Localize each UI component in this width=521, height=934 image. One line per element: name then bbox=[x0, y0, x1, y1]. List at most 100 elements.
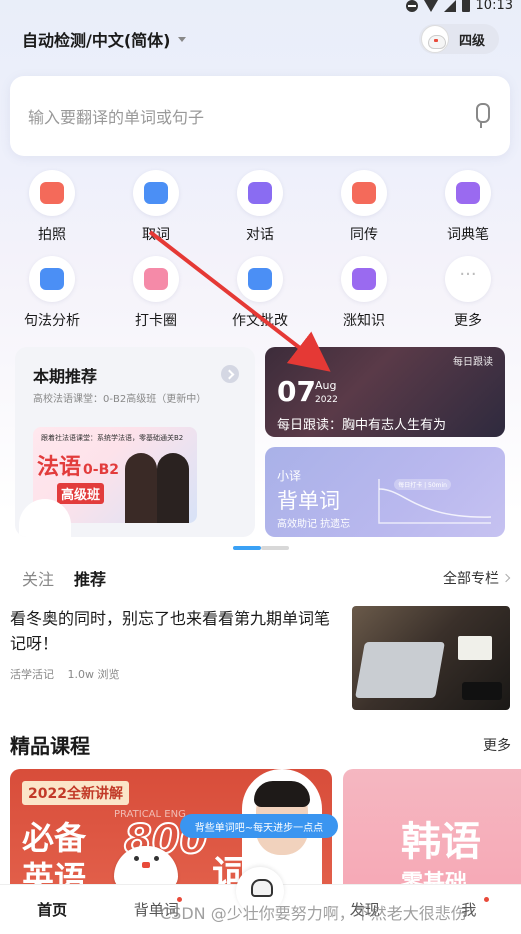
teacher-photo-1 bbox=[125, 453, 157, 523]
word-pick-glyph bbox=[144, 182, 168, 204]
tool-essay-correct[interactable]: 作文批改 bbox=[208, 256, 312, 342]
tool-camera[interactable]: 拍照 bbox=[0, 170, 104, 256]
thumbnail-class: 高级班 bbox=[57, 483, 105, 504]
level-badge[interactable]: 四级 bbox=[418, 24, 499, 54]
tool-label: 句法分析 bbox=[24, 313, 80, 329]
camera-glyph bbox=[40, 182, 64, 204]
mascot-eye bbox=[154, 856, 159, 861]
article-card[interactable]: 看冬奥的同时，别忘了也来看看第九期单词笔记呀！ 活学活记 1.0w 浏览 bbox=[10, 604, 510, 712]
top-header: 自动检测/中文(简体) 四级 bbox=[22, 22, 499, 56]
tool-more-dots[interactable]: ··· 更多 bbox=[416, 256, 520, 342]
tool-dict-pen[interactable]: 词典笔 bbox=[416, 170, 520, 256]
course-more-link[interactable]: 更多 bbox=[483, 735, 511, 755]
all-columns-label: 全部专栏 bbox=[443, 571, 499, 587]
carousel-indicator bbox=[233, 546, 289, 550]
notification-dot bbox=[484, 897, 490, 902]
mascot-speech-bubble[interactable]: 背些单词吧~每天进步一点点 bbox=[180, 814, 338, 838]
phone-graphic bbox=[462, 682, 502, 700]
course-section-header: 精品课程 更多 bbox=[10, 730, 511, 759]
search-placeholder: 输入要翻译的单词或句子 bbox=[28, 108, 205, 127]
chat-glyph bbox=[248, 182, 272, 204]
feed-tabs: 关注 推荐 全部专栏 bbox=[22, 566, 511, 590]
daily-tag: 每日跟读 bbox=[453, 357, 493, 368]
tool-word-pick[interactable]: 取词 bbox=[104, 170, 208, 256]
tool-chat[interactable]: 对话 bbox=[208, 170, 312, 256]
tab-follow[interactable]: 关注 bbox=[22, 566, 54, 590]
tool-label: 取词 bbox=[142, 227, 170, 243]
article-views: 1.0w 浏览 bbox=[67, 668, 120, 681]
checkin-glyph bbox=[144, 268, 168, 290]
recommend-subtitle: 高校法语课堂：0-B2高级班（更新中） bbox=[33, 394, 207, 405]
word-pick-icon bbox=[133, 170, 179, 216]
tab-recommend[interactable]: 推荐 bbox=[74, 566, 106, 590]
tool-label: 对话 bbox=[246, 227, 274, 243]
teacher-photo-2 bbox=[157, 453, 189, 523]
thumbnail-caption: 跟着社法语课堂：系统学法语，零基础通关B2 bbox=[41, 434, 184, 442]
watermark: CSDN @少壮你要努力啊，不然老大很悲伤 bbox=[160, 904, 467, 923]
tool-label: 拍照 bbox=[38, 227, 66, 243]
tool-label: 涨知识 bbox=[343, 313, 385, 329]
article-meta: 活学活记 1.0w 浏览 bbox=[10, 666, 130, 682]
syntax-icon bbox=[29, 256, 75, 302]
more-dots-glyph: ··· bbox=[459, 264, 477, 285]
recommend-title: 本期推荐 bbox=[33, 367, 98, 386]
status-bar: 10:13 bbox=[0, 0, 521, 14]
tool-grid: 拍照 取词 对话 同传 词典笔 句法分析 打卡圈 作文批改 涨知识 ··· 更多 bbox=[0, 170, 521, 342]
thumbnail-level: 0-B2 bbox=[83, 462, 119, 478]
status-time: 10:13 bbox=[475, 0, 513, 13]
article-author: 活学活记 bbox=[10, 668, 54, 681]
carousel-dot bbox=[261, 546, 289, 550]
tool-label: 打卡圈 bbox=[135, 313, 177, 329]
carousel-dot-active bbox=[233, 546, 261, 550]
nav-home[interactable]: 首页 bbox=[0, 899, 104, 920]
status-icons: 10:13 bbox=[405, 0, 513, 13]
translate-input-box[interactable]: 输入要翻译的单词或句子 bbox=[10, 76, 510, 156]
floating-mascot[interactable] bbox=[104, 838, 192, 890]
essay-correct-icon bbox=[237, 256, 283, 302]
battery-icon bbox=[461, 0, 470, 12]
course2-title: 韩语 bbox=[401, 819, 481, 865]
avatar bbox=[420, 25, 449, 53]
chat-icon bbox=[237, 170, 283, 216]
signal-icon bbox=[443, 0, 456, 12]
vocab-pill: 每日打卡 | 50min bbox=[394, 479, 451, 490]
microphone-icon[interactable] bbox=[470, 101, 492, 131]
recommend-card[interactable]: 本期推荐 高校法语课堂：0-B2高级班（更新中） 跟着社法语课堂：系统学法语，零… bbox=[15, 347, 255, 537]
checkin-icon bbox=[133, 256, 179, 302]
daily-text: 每日跟读：胸中有志人生有为 bbox=[277, 418, 447, 433]
course-card-korean[interactable]: 韩语 零基础 bbox=[343, 769, 521, 889]
simul-interpret-icon bbox=[341, 170, 387, 216]
course-tag: 2022全新讲解 bbox=[22, 781, 129, 805]
knowledge-glyph bbox=[352, 268, 376, 290]
thumbnail-title: 法语 0-B2 bbox=[37, 455, 119, 480]
language-label: 自动检测/中文(简体) bbox=[22, 31, 171, 50]
all-columns-link[interactable]: 全部专栏 bbox=[443, 568, 511, 588]
more-dots-icon: ··· bbox=[445, 256, 491, 302]
camera-icon bbox=[29, 170, 75, 216]
language-selector[interactable]: 自动检测/中文(简体) bbox=[22, 27, 187, 51]
level-label: 四级 bbox=[458, 33, 485, 49]
tool-label: 作文批改 bbox=[232, 313, 288, 329]
teacher-hair bbox=[254, 781, 310, 807]
chevron-right-icon bbox=[501, 573, 511, 583]
daily-day: 07 bbox=[277, 375, 316, 408]
daily-year: 2022 bbox=[315, 395, 338, 405]
tool-syntax[interactable]: 句法分析 bbox=[0, 256, 104, 342]
vocab-card[interactable]: 小译 背单词 高效助记 抗遗忘 每日打卡 | 50min bbox=[265, 447, 505, 537]
vocab-title: 背单词 bbox=[277, 489, 340, 513]
dict-pen-glyph bbox=[456, 182, 480, 204]
tool-checkin[interactable]: 打卡圈 bbox=[104, 256, 208, 342]
caret-down-icon bbox=[178, 36, 187, 42]
memory-curve-graphic bbox=[378, 479, 492, 524]
vocab-subtitle: 高效助记 抗遗忘 bbox=[277, 519, 351, 530]
essay-correct-glyph bbox=[248, 268, 272, 290]
simul-interpret-glyph bbox=[352, 182, 376, 204]
tool-label: 词典笔 bbox=[447, 227, 489, 243]
tool-simul-interpret[interactable]: 同传 bbox=[312, 170, 416, 256]
daily-reading-card[interactable]: 每日跟读 07 Aug 2022 每日跟读：胸中有志人生有为 bbox=[265, 347, 505, 437]
mascot-beak bbox=[142, 862, 150, 868]
wifi-icon bbox=[423, 0, 438, 12]
tool-knowledge[interactable]: 涨知识 bbox=[312, 256, 416, 342]
chevron-right-icon[interactable] bbox=[221, 365, 239, 383]
daily-month: Aug bbox=[315, 379, 337, 392]
